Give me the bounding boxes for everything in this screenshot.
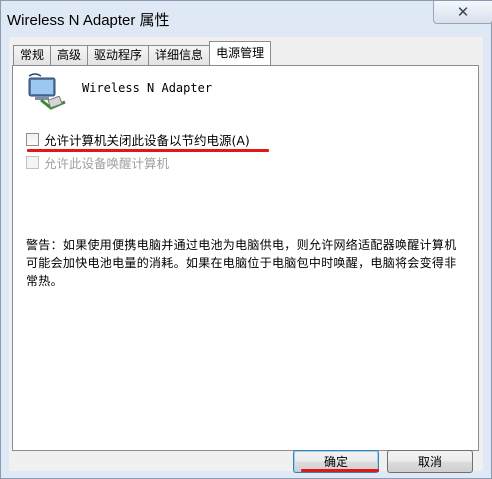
tab-strip: 常规 高级 驱动程序 详细信息 电源管理: [13, 41, 272, 66]
tab-details[interactable]: 详细信息: [148, 45, 211, 65]
tab-advanced[interactable]: 高级: [50, 45, 89, 65]
window-title: Wireless N Adapter 属性: [7, 12, 170, 29]
tab-general[interactable]: 常规: [13, 45, 52, 65]
tab-power-management[interactable]: 电源管理: [209, 41, 272, 65]
allow-wake-label: 允许此设备唤醒计算机: [44, 156, 170, 171]
close-button[interactable]: ✕: [433, 1, 492, 24]
annotation-underline: [27, 149, 269, 152]
allow-power-off-label[interactable]: 允许计算机关闭此设备以节约电源(A): [44, 130, 250, 149]
close-icon: ✕: [456, 2, 470, 21]
cancel-button[interactable]: 取消: [387, 450, 473, 473]
allow-power-off-option[interactable]: 允许计算机关闭此设备以节约电源(A): [26, 130, 250, 149]
cancel-button-label: 取消: [417, 455, 442, 469]
properties-window: Wireless N Adapter 属性 ✕ 常规 高级 驱动程序 详细信息 …: [0, 0, 492, 479]
title-bar: Wireless N Adapter 属性 ✕: [1, 1, 492, 35]
network-adapter-icon: [28, 73, 66, 110]
allow-wake-option: 允许此设备唤醒计算机: [26, 153, 169, 172]
device-name: Wireless N Adapter: [82, 81, 213, 95]
allow-wake-checkbox: [26, 156, 39, 169]
ok-annotation-underline: [301, 469, 379, 472]
ok-button-label: 确定: [323, 455, 348, 469]
allow-power-off-checkbox[interactable]: [26, 133, 39, 146]
warning-text: 警告：如果使用便携电脑并通过电池为电脑供电，则允许网络适配器唤醒计算机可能会加快…: [26, 238, 457, 288]
power-management-panel: Wireless N Adapter 允许计算机关闭此设备以节约电源(A) 允许…: [12, 65, 479, 451]
tab-driver[interactable]: 驱动程序: [87, 45, 150, 65]
dialog-body: 常规 高级 驱动程序 详细信息 电源管理 Wireless N Adapter …: [9, 37, 483, 473]
